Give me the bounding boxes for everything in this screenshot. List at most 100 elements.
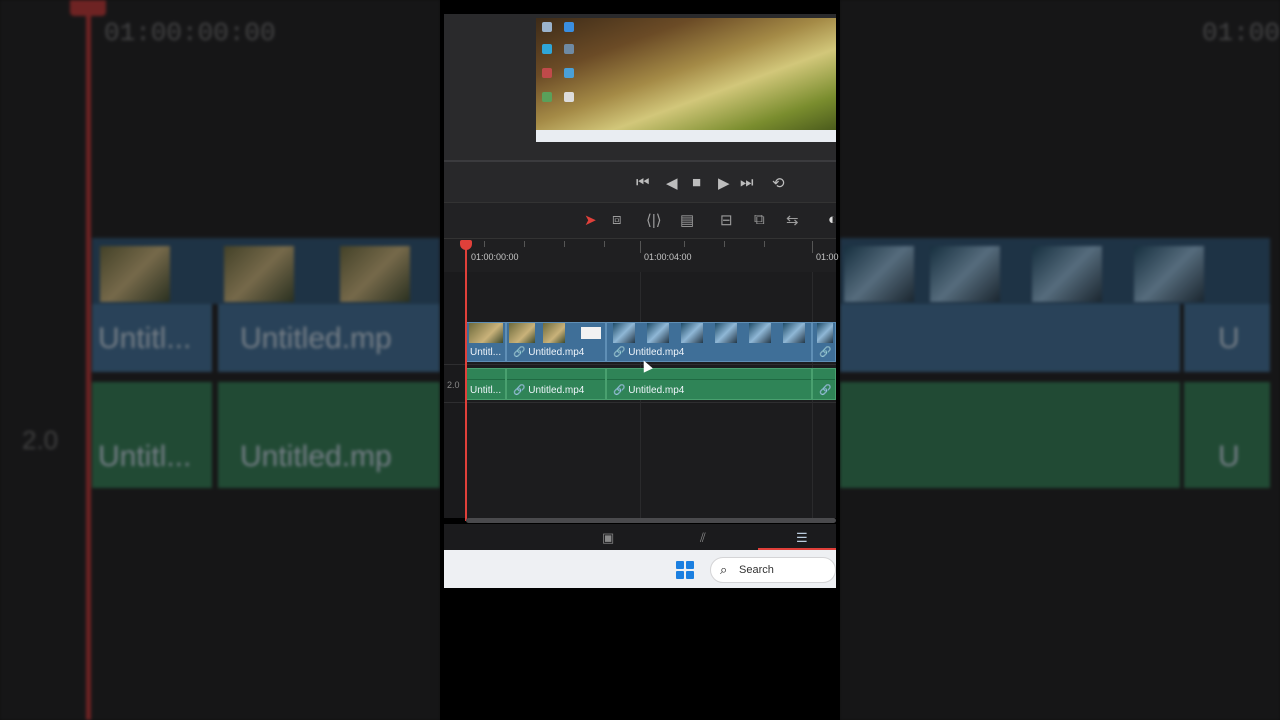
trim-tool-icon[interactable]: ⧈: [612, 211, 622, 228]
clip-label-text: Untitled.mp4: [528, 347, 585, 358]
timeline-scrollbar[interactable]: [466, 518, 836, 523]
search-icon: ⌕: [720, 562, 728, 577]
snap-icon[interactable]: ◐: [828, 211, 837, 228]
start-icon-pane: [676, 571, 684, 579]
background-track-number: 2.0: [22, 425, 59, 455]
desktop-icon: [564, 44, 574, 54]
ruler-tick: [764, 241, 765, 247]
desktop-icon: [564, 92, 574, 102]
edit-toolbar: ➤ ⧈ ⟨|⟩ ▤ ⊟ ⧉ ⇆ ◐: [444, 202, 837, 239]
video-clip[interactable]: 🔗 U: [812, 322, 836, 362]
cut-page-icon[interactable]: ⫽: [700, 530, 706, 546]
prev-frame-icon[interactable]: ◀: [666, 174, 678, 192]
ruler-timecode: 01:00:00:00: [471, 252, 519, 262]
skip-forward-icon[interactable]: ⏭: [740, 174, 754, 191]
overwrite-clip-icon[interactable]: ⧉: [754, 211, 765, 228]
media-page-icon[interactable]: ▣: [602, 530, 614, 546]
desktop-icon: [542, 44, 552, 54]
start-icon-pane: [676, 561, 684, 569]
windows-taskbar: ⌕ Search: [444, 550, 836, 588]
clip-thumbnail: [543, 323, 565, 343]
clip-thumbnail: [749, 323, 771, 343]
dynamic-trim-icon[interactable]: ⟨|⟩: [646, 211, 662, 229]
clip-label-text: U: [834, 347, 835, 358]
selection-tool-icon[interactable]: ➤: [584, 211, 597, 229]
background-thumb: [100, 246, 170, 302]
background-clip-label: Untitled.mp: [240, 440, 392, 473]
video-clip[interactable]: Untitl...: [466, 322, 506, 362]
clip-thumbnail: [715, 323, 737, 343]
editor-screen: ⏮ ◀ ■ ▶ ⏭ ⟲ ➤ ⧈ ⟨|⟩ ▤ ⊟ ⧉ ⇆ ◐ 01:00:00:0…: [440, 0, 840, 720]
clip-label-text: Untitled.mp4: [628, 347, 685, 358]
background-left-panel: 01:00:00:00 Untitl... Untitled.mp 2.0 Un…: [0, 0, 440, 720]
clip-label: Untitl...: [470, 385, 502, 396]
ruler-tick: [724, 241, 725, 247]
clip-label: 🔗 U: [819, 347, 835, 358]
background-thumb: [1032, 246, 1102, 302]
ruler-timecode: 01:00:04:00: [644, 252, 692, 262]
start-icon-pane: [686, 571, 694, 579]
clip-label-text: Untitled.mp4: [528, 385, 585, 396]
background-timecode: 01:00: [1202, 18, 1280, 48]
start-icon-pane: [686, 561, 694, 569]
background-video-clip: [840, 304, 1180, 372]
ruler-timecode: 01:00: [816, 252, 839, 262]
stop-icon[interactable]: ■: [692, 174, 701, 191]
loop-icon[interactable]: ⟲: [772, 174, 785, 192]
ruler-tick: [524, 241, 525, 247]
background-thumb: [1134, 246, 1204, 302]
background-thumb: [224, 246, 294, 302]
windows-start-icon[interactable]: [676, 561, 694, 579]
viewer: [444, 14, 836, 164]
edit-page-icon[interactable]: ☰: [796, 530, 808, 546]
audio-waveform: [467, 369, 505, 380]
clip-label: 🔗 Untitled.mp4: [513, 347, 585, 358]
background-thumb: [340, 246, 410, 302]
audio-waveform: [607, 369, 811, 380]
ruler-tick: [684, 241, 685, 247]
audio-waveform: [813, 369, 835, 380]
clip-thumbnail: [647, 323, 669, 343]
video-clip[interactable]: 🔗 Untitled.mp4: [506, 322, 606, 362]
clip-thumbnail: [783, 323, 805, 343]
replace-clip-icon[interactable]: ⇆: [786, 211, 799, 229]
desktop-icon: [542, 22, 552, 32]
blade-tool-icon[interactable]: ▤: [680, 211, 694, 229]
taskbar-search[interactable]: ⌕ Search: [710, 557, 836, 583]
desktop-icon: [564, 22, 574, 32]
clip-thumbnail: [613, 323, 635, 343]
track-headers: [444, 272, 467, 518]
clip-label: 🔗 Untitled.mp4: [513, 385, 585, 396]
audio-waveform: [507, 369, 605, 380]
audio-clip[interactable]: Untitl...: [466, 368, 506, 400]
audio-track-format: 2.0: [447, 380, 460, 390]
audio-clip[interactable]: 🔗 U: [812, 368, 836, 400]
play-icon[interactable]: ▶: [718, 174, 730, 192]
transport-controls: ⏮ ◀ ■ ▶ ⏭ ⟲: [444, 160, 836, 204]
background-right-panel: 01:00 U U: [840, 0, 1280, 720]
clip-label: 🔗 U: [819, 385, 835, 396]
audio-clip[interactable]: 🔗 Untitled.mp4: [506, 368, 606, 400]
clip-label-text: U: [834, 385, 835, 396]
playhead[interactable]: [465, 245, 467, 521]
page-switcher: ▣ ⫽ ☰: [444, 524, 836, 550]
audio-clip[interactable]: 🔗 Untitled.mp4: [606, 368, 812, 400]
background-clip-label: U: [1218, 440, 1240, 473]
desktop-icon: [542, 68, 552, 78]
ruler-tick: [564, 241, 565, 247]
video-clip[interactable]: 🔗 Untitled.mp4: [606, 322, 812, 362]
background-thumb: [930, 246, 1000, 302]
ruler-tick: [812, 241, 813, 253]
timeline-ruler[interactable]: 01:00:00:00 01:00:04:00 01:00: [444, 238, 839, 273]
desktop-icon: [542, 92, 552, 102]
clip-label: 🔗 Untitled.mp4: [613, 347, 685, 358]
background-thumb: [844, 246, 914, 302]
background-clip-label: Untitled.mp: [240, 322, 392, 355]
background-clip-label: Untitl...: [98, 440, 192, 473]
background-timecode: 01:00:00:00: [104, 18, 276, 48]
ruler-tick: [604, 241, 605, 247]
skip-back-icon[interactable]: ⏮: [636, 174, 650, 191]
insert-clip-icon[interactable]: ⊟: [720, 211, 733, 229]
timeline-tracks: 2.0 Untitl... 🔗 Untitled.mp4 🔗 Untitled.…: [444, 272, 836, 518]
clip-thumbnail: [581, 327, 601, 339]
